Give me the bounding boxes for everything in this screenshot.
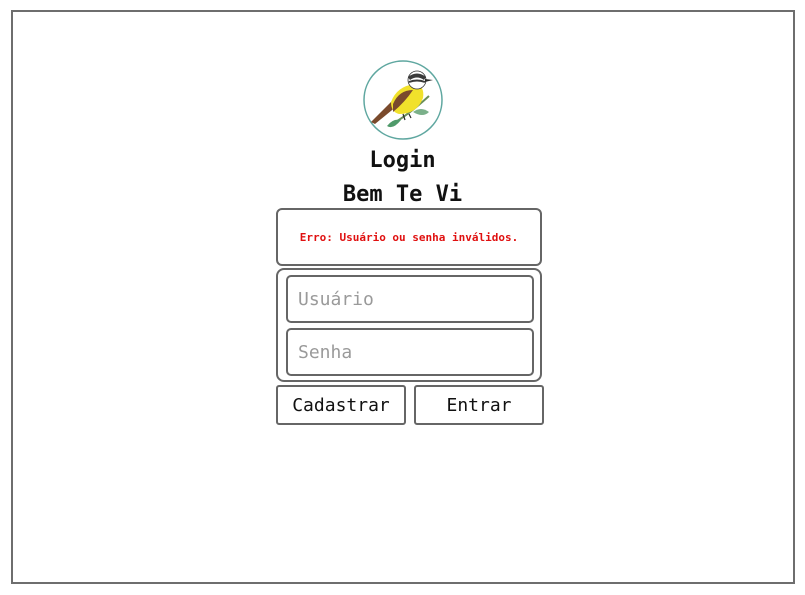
register-button[interactable]: Cadastrar — [276, 385, 406, 425]
error-message: Erro: Usuário ou senha inválidos. — [299, 230, 519, 244]
page-title: Login — [369, 148, 436, 173]
bem-te-vi-bird-icon — [363, 60, 443, 140]
username-input[interactable] — [286, 275, 534, 323]
app-name: Bem Te Vi — [342, 182, 463, 207]
error-message-box: Erro: Usuário ou senha inválidos. — [276, 208, 542, 266]
login-form — [276, 268, 542, 382]
password-input[interactable] — [286, 328, 534, 376]
login-button[interactable]: Entrar — [414, 385, 544, 425]
